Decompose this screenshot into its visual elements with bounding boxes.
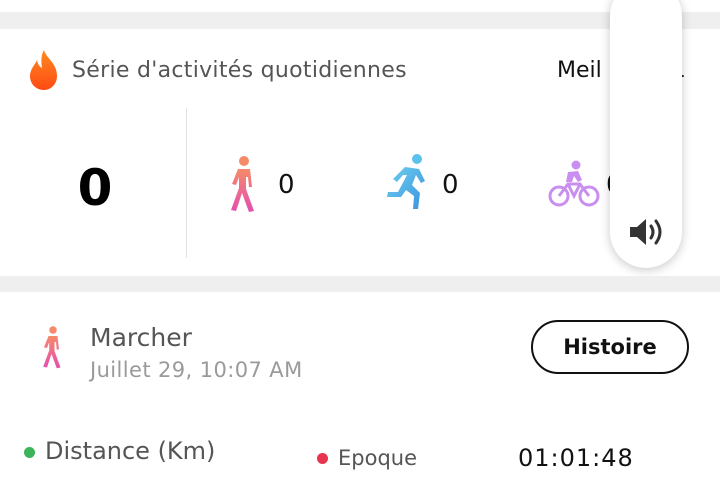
activity-date: Juillet 29, 10:07 AM [90,358,303,382]
flame-icon [30,50,57,90]
walking-person-icon [231,156,254,212]
middle-separator [0,276,720,292]
history-button[interactable]: Histoire [531,320,689,374]
streak-count: 0 [77,159,113,217]
epoque-label: Epoque [338,446,418,470]
activity-name: Marcher [90,323,192,352]
speaker-icon[interactable] [628,216,666,248]
distance-legend-dot [24,447,35,458]
streak-title: Série d'activités quotidiennes [72,58,407,83]
walking-person-icon [43,326,61,369]
epoque-legend-dot [317,453,328,464]
volume-panel[interactable] [610,0,682,268]
activity-screen: Série d'activités quotidiennes Meil1 0 0… [0,0,720,500]
running-person-icon [387,154,425,209]
streak-divider [186,108,187,258]
bicycle-icon [548,160,600,207]
walk-count: 0 [278,170,295,200]
duration-value: 01:01:48 [518,444,634,472]
run-count: 0 [442,170,459,200]
distance-label: Distance (Km) [45,437,216,465]
